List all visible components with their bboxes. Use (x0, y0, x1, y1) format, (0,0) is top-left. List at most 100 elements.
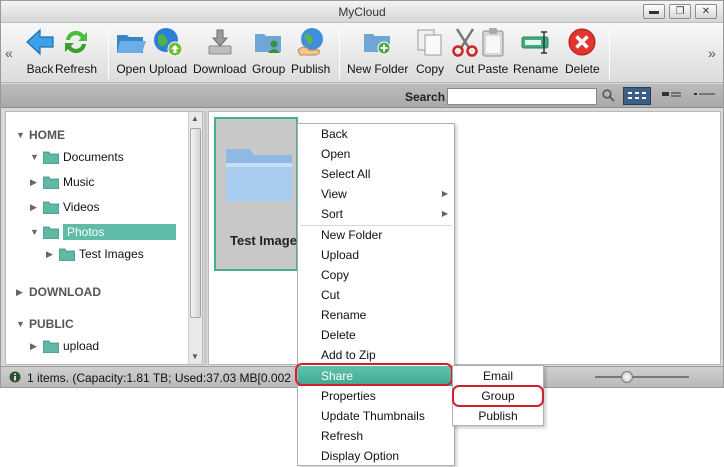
menu-item-back[interactable]: Back (298, 124, 454, 144)
tree-item-test-images[interactable]: ▶ Test Images (46, 245, 144, 263)
menu-item-delete[interactable]: Delete (298, 325, 454, 345)
toolbar: « Back Refresh Open Upload Download Grou… (1, 23, 723, 83)
context-menu: Back Open Select All View ▶ Sort ▶ New F… (297, 123, 455, 466)
group-highlight-ring (452, 385, 544, 407)
expanded-arrow-icon[interactable]: ▼ (30, 152, 40, 162)
grid-view-icon (628, 92, 646, 99)
folder-icon (43, 226, 59, 239)
menu-item-add-to-zip[interactable]: Add to Zip (298, 345, 454, 365)
search-label: Search (405, 90, 446, 104)
tree-item-upload[interactable]: ▶ upload (30, 337, 99, 355)
folder-icon (43, 340, 59, 353)
paste-button[interactable]: Paste (477, 26, 509, 76)
menu-item-new-folder[interactable]: New Folder (298, 225, 454, 245)
toolbar-separator (108, 29, 109, 79)
menu-item-select-all[interactable]: Select All (298, 164, 454, 184)
toolbar-scroll-right-icon[interactable]: » (708, 45, 716, 61)
thumbnail-view-button[interactable] (623, 87, 651, 105)
delete-button[interactable]: Delete (565, 26, 600, 76)
menu-item-properties[interactable]: Properties (298, 386, 454, 406)
menu-item-open[interactable]: Open (298, 144, 454, 164)
new-folder-icon (363, 34, 391, 55)
folder-tile-test-images[interactable]: Test Images (214, 117, 304, 271)
folder-tree: ▼ HOME ▼ Documents ▶ Music ▶ Videos ▼ Ph… (5, 111, 203, 365)
file-view: Test Images (208, 111, 721, 365)
collapsed-arrow-icon[interactable]: ▶ (30, 202, 40, 213)
scroll-down-icon[interactable]: ▼ (191, 352, 199, 361)
close-window-button[interactable]: ✕ (695, 4, 717, 19)
delete-icon (568, 28, 596, 56)
tree-item-videos[interactable]: ▶ Videos (30, 198, 99, 216)
pane-splitter[interactable] (204, 111, 207, 365)
menu-item-view[interactable]: View ▶ (298, 184, 454, 204)
sidebar-scrollbar[interactable]: ▲ ▼ (188, 112, 202, 364)
maximize-button[interactable]: ❐ (669, 4, 691, 19)
refresh-icon (65, 30, 88, 54)
expanded-arrow-icon[interactable]: ▼ (30, 227, 40, 237)
upload-globe-icon (154, 28, 183, 57)
minimize-button[interactable]: ▬ (643, 4, 665, 19)
tree-item-photos[interactable]: ▼ Photos (30, 223, 176, 241)
menu-item-display-option[interactable]: Display Option (298, 446, 454, 466)
zoom-slider-track[interactable] (595, 376, 689, 378)
download-icon (208, 29, 232, 55)
rename-button[interactable]: Rename (513, 26, 558, 76)
upload-button[interactable]: Upload (149, 26, 187, 76)
rename-icon (521, 31, 549, 54)
window-controls: ▬ ❐ ✕ (643, 4, 717, 19)
toolbar-separator (609, 29, 610, 79)
submenu-arrow-icon: ▶ (441, 209, 448, 218)
collapsed-arrow-icon[interactable]: ▶ (30, 177, 40, 188)
menu-item-rename[interactable]: Rename (298, 305, 454, 325)
publish-icon (297, 28, 323, 56)
list-view-button[interactable] (659, 87, 687, 105)
tree-item-documents[interactable]: ▼ Documents (30, 148, 124, 166)
back-button[interactable]: Back (24, 26, 56, 76)
collapsed-arrow-icon[interactable]: ▶ (46, 249, 56, 260)
window-title: MyCloud (338, 5, 386, 19)
zoom-slider-handle[interactable] (621, 371, 633, 383)
info-icon (9, 371, 21, 383)
collapsed-arrow-icon[interactable]: ▶ (30, 341, 40, 352)
expanded-arrow-icon[interactable]: ▼ (16, 130, 26, 140)
clipboard-icon (482, 28, 504, 57)
search-icon[interactable] (602, 89, 615, 102)
submenu-item-publish[interactable]: Publish (453, 406, 543, 426)
menu-item-update-thumbnails[interactable]: Update Thumbnails (298, 406, 454, 426)
list-view-icon (662, 92, 681, 97)
folder-tile-label: Test Images (230, 233, 305, 248)
tree-section-download[interactable]: ▶ DOWNLOAD (16, 283, 101, 301)
expanded-arrow-icon[interactable]: ▼ (16, 319, 26, 329)
detail-view-button[interactable] (691, 87, 719, 105)
menu-item-upload[interactable]: Upload (298, 245, 454, 265)
folder-icon (59, 248, 75, 261)
scrollbar-thumb[interactable] (190, 128, 201, 318)
search-input[interactable] (447, 88, 597, 105)
menu-item-refresh[interactable]: Refresh (298, 426, 454, 446)
group-button[interactable]: Group (252, 26, 285, 76)
scroll-up-icon[interactable]: ▲ (191, 114, 199, 123)
menu-item-copy[interactable]: Copy (298, 265, 454, 285)
submenu-item-email[interactable]: Email (453, 366, 543, 386)
copy-button[interactable]: Copy (414, 26, 446, 76)
status-text: 1 items. (Capacity:1.81 TB; Used:37.03 M… (27, 371, 291, 385)
search-bar: Search (1, 84, 723, 108)
refresh-button[interactable]: Refresh (55, 26, 97, 76)
copy-icon (417, 29, 442, 56)
menu-item-sort[interactable]: Sort ▶ (298, 204, 454, 224)
tree-item-music[interactable]: ▶ Music (30, 173, 94, 191)
tree-section-public[interactable]: ▼ PUBLIC (16, 315, 74, 333)
folder-icon (43, 151, 59, 164)
title-bar: MyCloud ▬ ❐ ✕ (1, 1, 723, 23)
menu-item-cut[interactable]: Cut (298, 285, 454, 305)
toolbar-scroll-left-icon[interactable]: « (5, 45, 13, 61)
collapsed-arrow-icon[interactable]: ▶ (16, 287, 26, 298)
publish-button[interactable]: Publish (291, 26, 330, 76)
folder-icon (43, 201, 59, 214)
open-folder-icon (117, 35, 146, 53)
download-button[interactable]: Download (193, 26, 246, 76)
tree-section-home[interactable]: ▼ HOME (16, 126, 65, 144)
new-folder-button[interactable]: New Folder (347, 26, 408, 76)
open-button[interactable]: Open (115, 26, 147, 76)
toolbar-separator (339, 29, 340, 79)
